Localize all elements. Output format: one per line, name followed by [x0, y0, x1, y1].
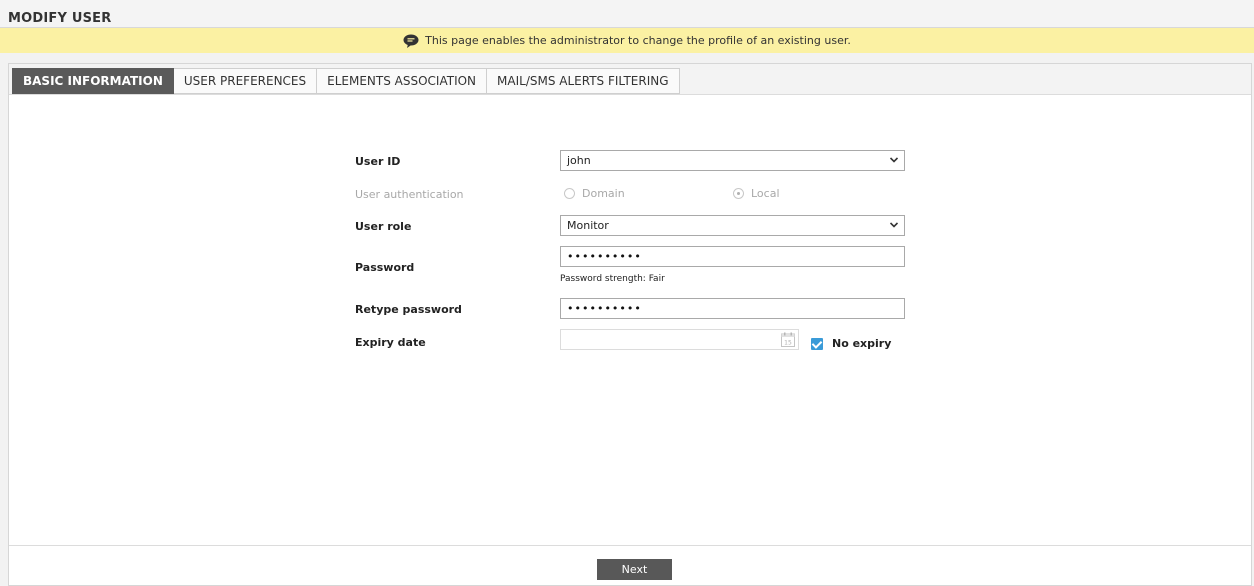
- page-header: MODIFY USER: [0, 0, 1254, 28]
- password-input[interactable]: ••••••••••: [560, 246, 905, 267]
- radio-domain-label: Domain: [582, 187, 625, 200]
- retype-password-label: Retype password: [355, 303, 462, 316]
- info-banner: This page enables the administrator to c…: [0, 28, 1254, 53]
- tab-mail-sms-alerts-filtering[interactable]: MAIL/SMS ALERTS FILTERING: [487, 68, 680, 94]
- next-button[interactable]: Next: [597, 559, 672, 580]
- expiry-date-label: Expiry date: [355, 336, 426, 349]
- password-strength: Password strength: Fair: [560, 274, 665, 284]
- no-expiry-label: No expiry: [832, 337, 892, 350]
- radio-local[interactable]: Local: [733, 187, 780, 200]
- user-id-label: User ID: [355, 155, 401, 168]
- main-panel: BASIC INFORMATION USER PREFERENCES ELEME…: [8, 63, 1252, 586]
- user-role-value: Monitor: [567, 219, 609, 232]
- footer-divider: [9, 545, 1251, 546]
- radio-circle: [564, 188, 575, 199]
- tab-bar: BASIC INFORMATION USER PREFERENCES ELEME…: [9, 64, 1251, 95]
- radio-local-label: Local: [751, 187, 780, 200]
- tab-user-preferences[interactable]: USER PREFERENCES: [173, 68, 318, 94]
- user-id-value: john: [567, 154, 591, 167]
- user-auth-label: User authentication: [355, 188, 464, 201]
- radio-circle-selected: [733, 188, 744, 199]
- calendar-icon[interactable]: 15: [781, 332, 795, 347]
- calendar-day-text: 15: [784, 340, 792, 347]
- user-role-label: User role: [355, 220, 412, 233]
- tab-basic-information[interactable]: BASIC INFORMATION: [12, 68, 174, 94]
- no-expiry-checkbox[interactable]: No expiry: [811, 337, 891, 350]
- user-role-select[interactable]: Monitor: [560, 215, 905, 236]
- password-label: Password: [355, 261, 415, 274]
- checkbox-checked-icon: [811, 337, 823, 350]
- banner-text: This page enables the administrator to c…: [425, 34, 851, 47]
- page-title: MODIFY USER: [8, 11, 112, 26]
- speech-bubble-icon: [403, 34, 419, 48]
- expiry-date-input[interactable]: 15: [560, 329, 799, 350]
- tab-elements-association[interactable]: ELEMENTS ASSOCIATION: [317, 68, 488, 94]
- chevron-down-icon: [890, 157, 898, 163]
- radio-domain[interactable]: Domain: [564, 187, 625, 200]
- chevron-down-icon: [890, 222, 898, 228]
- retype-password-input[interactable]: ••••••••••: [560, 298, 905, 319]
- user-id-select[interactable]: john: [560, 150, 905, 171]
